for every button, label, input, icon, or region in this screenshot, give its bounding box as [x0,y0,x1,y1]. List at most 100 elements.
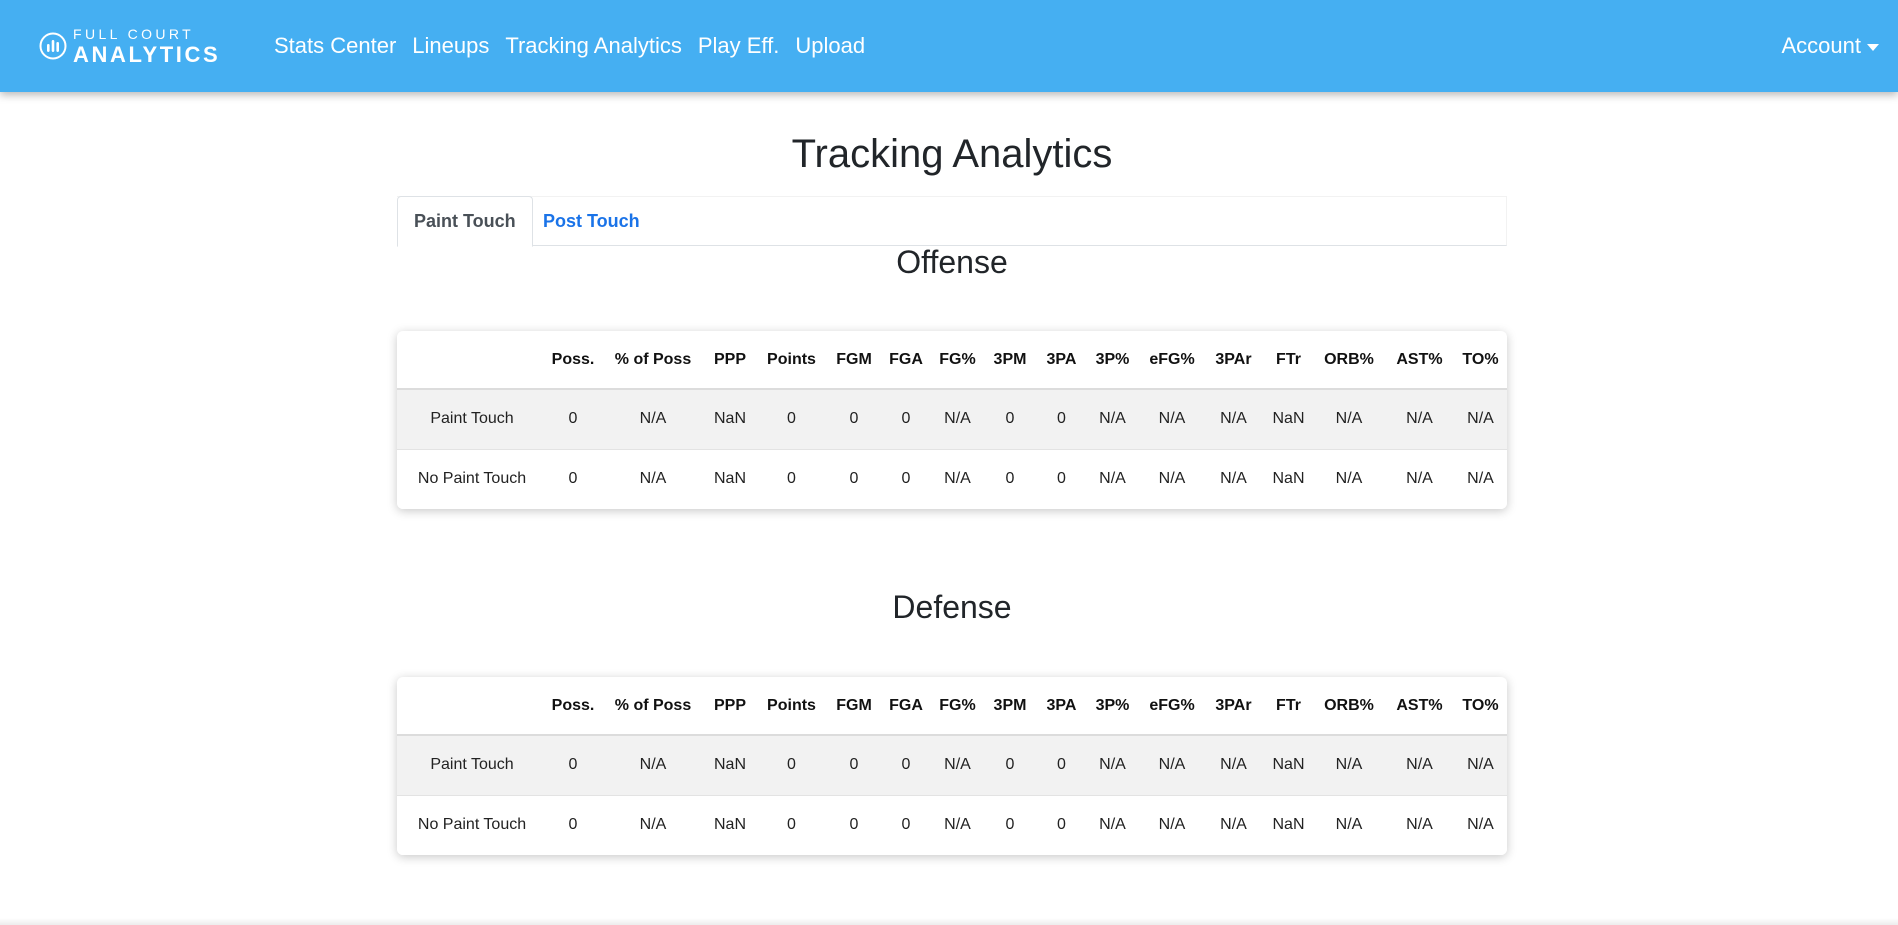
brand-text: FULL COURT ANALYTICS [73,27,220,66]
column-header: 3PM [981,677,1039,736]
table-cell: N/A [1084,389,1141,449]
table-cell: Paint Touch [397,735,547,795]
column-header: eFG% [1141,677,1203,736]
column-header: FGA [878,331,934,390]
table-cell: N/A [934,448,981,509]
table-cell: N/A [1385,389,1454,449]
column-header: Poss. [547,677,599,736]
table-cell: N/A [1141,448,1203,509]
table-cell: 0 [547,794,599,855]
table-header-row: Poss. % of Poss PPP Points FGM FGA FG% 3… [397,331,1507,390]
table-cell: N/A [1203,389,1264,449]
offense-table-card: Poss. % of Poss PPP Points FGM FGA FG% 3… [397,331,1507,509]
nav-link-stats-center[interactable]: Stats Center [274,33,396,59]
column-header: TO% [1454,331,1507,390]
nav-link-upload[interactable]: Upload [795,33,865,59]
account-dropdown[interactable]: Account [1781,0,1879,92]
column-header: PPP [707,677,753,736]
account-label: Account [1781,33,1862,58]
offense-title: Offense [896,244,1008,280]
table-cell: 0 [830,389,878,449]
table-cell: N/A [1313,448,1385,509]
column-header: PPP [707,331,753,390]
column-header: FG% [934,331,981,390]
column-header: Points [753,677,830,736]
column-header: 3PAr [1203,331,1264,390]
table-cell: N/A [599,735,707,795]
table-cell: N/A [1084,735,1141,795]
table-cell: N/A [1454,794,1507,855]
bar-chart-circle-icon [39,32,67,60]
table-cell: No Paint Touch [397,794,547,855]
table-cell: NaN [1264,794,1313,855]
nav-link-tracking-analytics[interactable]: Tracking Analytics [505,33,681,59]
brand-text-top: FULL COURT [73,25,195,42]
table-cell: N/A [1084,794,1141,855]
column-header: ORB% [1313,677,1385,736]
table-cell: 0 [981,794,1039,855]
table-header-row: Poss. % of Poss PPP Points FGM FGA FG% 3… [397,677,1507,736]
table-cell: N/A [934,735,981,795]
defense-title: Defense [892,589,1012,625]
table-cell: No Paint Touch [397,448,547,509]
caret-down-icon [1867,43,1879,51]
table-row: Paint Touch 0 N/A NaN 0 0 0 N/A 0 0 N/A … [397,389,1507,449]
column-header: ORB% [1313,331,1385,390]
table-cell: 0 [753,794,830,855]
tab-paint-touch[interactable]: Paint Touch [397,196,533,247]
column-header: Poss. [547,331,599,390]
nav-link-play-eff[interactable]: Play Eff. [698,33,780,59]
table-cell: N/A [1084,448,1141,509]
table-cell: 0 [1039,735,1084,795]
page-title: Tracking Analytics [791,132,1113,176]
table-cell: NaN [707,794,753,855]
tab-post-touch[interactable]: Post Touch [527,196,656,246]
column-header: FTr [1264,331,1313,390]
table-cell: 0 [878,448,934,509]
column-header: FTr [1264,677,1313,736]
tab-bar: Paint Touch Post Touch [397,196,1507,247]
table-cell: NaN [707,448,753,509]
table-cell: 0 [753,389,830,449]
column-header: eFG% [1141,331,1203,390]
column-header: 3PA [1039,677,1084,736]
table-cell: 0 [981,448,1039,509]
column-header: % of Poss [599,331,707,390]
table-cell: 0 [753,448,830,509]
table-cell: NaN [1264,389,1313,449]
table-cell: 0 [1039,794,1084,855]
brand-logo[interactable]: FULL COURT ANALYTICS [39,26,220,66]
table-cell: 0 [878,735,934,795]
table-cell: N/A [1454,389,1507,449]
column-header: FGM [830,677,878,736]
table-cell: 0 [878,389,934,449]
table-cell: 0 [830,448,878,509]
table-cell: N/A [599,448,707,509]
table-cell: 0 [830,794,878,855]
table-cell: N/A [934,389,981,449]
table-cell: N/A [1141,794,1203,855]
table-cell: N/A [1141,735,1203,795]
column-header: 3PA [1039,331,1084,390]
table-cell: N/A [1385,448,1454,509]
table-cell: 0 [547,448,599,509]
table-cell: N/A [1203,448,1264,509]
column-header [397,677,547,736]
table-cell: N/A [1454,735,1507,795]
table-cell: 0 [547,389,599,449]
table-cell: N/A [1385,794,1454,855]
column-header: AST% [1385,677,1454,736]
column-header: 3PAr [1203,677,1264,736]
nav-link-lineups[interactable]: Lineups [412,33,489,59]
table-cell: N/A [1313,389,1385,449]
table-cell: 0 [753,735,830,795]
table-cell: 0 [981,389,1039,449]
column-header: FGM [830,331,878,390]
nav-links: Stats Center Lineups Tracking Analytics … [274,0,881,92]
table-cell: 0 [1039,448,1084,509]
table-cell: NaN [1264,735,1313,795]
column-header: FG% [934,677,981,736]
table-cell: N/A [1313,735,1385,795]
table-row: Paint Touch 0 N/A NaN 0 0 0 N/A 0 0 N/A … [397,735,1507,795]
table-cell: N/A [599,794,707,855]
